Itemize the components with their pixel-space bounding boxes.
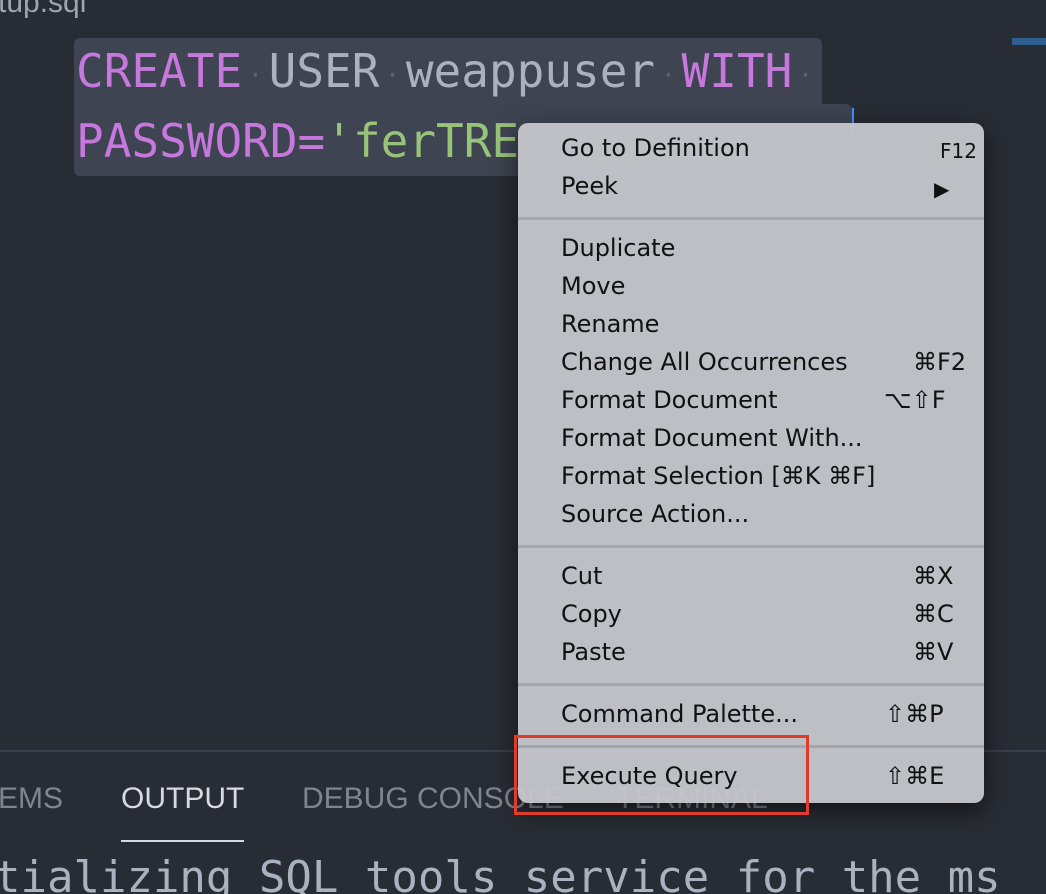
menu-item-copy[interactable]: Copy ⌘C	[518, 595, 984, 633]
menu-item-shortcut: ⌘F2	[913, 348, 967, 376]
identifier-username: weappuser	[405, 44, 656, 98]
menu-item-format-document-with[interactable]: Format Document With...	[518, 419, 984, 457]
menu-item-label: Format Document With...	[561, 424, 863, 452]
submenu-arrow-icon: ▶	[934, 177, 950, 201]
menu-item-go-to-definition[interactable]: Go to Definition F12	[518, 129, 984, 167]
menu-item-shortcut: ⌘V	[913, 638, 954, 666]
menu-item-shortcut: ⇧⌘E	[885, 762, 945, 790]
menu-item-rename[interactable]: Rename	[518, 305, 984, 343]
tab-output[interactable]: OUTPUT	[121, 782, 244, 816]
menu-item-label: Rename	[561, 310, 660, 338]
keyword-user: USER	[268, 44, 380, 98]
menu-item-source-action[interactable]: Source Action...	[518, 495, 984, 533]
annotation-highlight-box	[514, 735, 809, 815]
active-tab-underline	[121, 840, 244, 842]
menu-item-label: Source Action...	[561, 500, 750, 528]
menu-item-duplicate[interactable]: Duplicate	[518, 229, 984, 267]
menu-item-label: Format Document	[561, 386, 778, 414]
menu-item-paste[interactable]: Paste ⌘V	[518, 633, 984, 671]
menu-item-label: Command Palette...	[561, 700, 798, 728]
keyword-with: WITH	[681, 44, 793, 98]
menu-separator	[518, 683, 984, 686]
menu-item-label: Cut	[561, 562, 603, 590]
whitespace-dot: ·	[248, 60, 263, 89]
string-password-value: 'ferTRE	[325, 114, 520, 168]
menu-item-label: Change All Occurrences	[561, 348, 848, 376]
menu-item-shortcut: F12	[940, 139, 977, 163]
menu-item-label: Move	[561, 272, 626, 300]
whitespace-dot: ·	[661, 60, 676, 89]
keyword-password: PASSWORD=	[76, 114, 326, 168]
menu-separator	[518, 545, 984, 548]
code-line-1[interactable]: CREATE · USER · weappuser · WITH ·	[76, 36, 819, 110]
menu-item-change-all-occurrences[interactable]: Change All Occurrences ⌘F2	[518, 343, 984, 381]
menu-item-cut[interactable]: Cut ⌘X	[518, 557, 984, 595]
menu-item-format-selection[interactable]: Format Selection [⌘K ⌘F]	[518, 457, 984, 495]
menu-item-label: Copy	[561, 600, 622, 628]
menu-item-shortcut: ⇧⌘P	[885, 700, 944, 728]
whitespace-dot: ·	[385, 60, 400, 89]
context-menu: Go to Definition F12 Peek ▶ Duplicate Mo…	[518, 123, 984, 803]
code-line-2[interactable]: PASSWORD='ferTRE	[76, 106, 519, 176]
whitespace-dot: ·	[798, 60, 813, 89]
menu-item-shortcut: ⌘X	[913, 562, 954, 590]
menu-item-shortcut: ⌥⇧F	[884, 386, 946, 414]
menu-item-peek[interactable]: Peek ▶	[518, 167, 984, 205]
menu-item-label: Duplicate	[561, 234, 676, 262]
menu-item-label: Peek	[561, 172, 619, 200]
menu-item-label: Format Selection [⌘K ⌘F]	[561, 462, 876, 490]
keyword-create: CREATE	[76, 44, 243, 98]
tab-problems[interactable]: EMS	[0, 782, 63, 816]
menu-separator	[518, 217, 984, 220]
menu-item-label: Go to Definition	[561, 134, 750, 162]
output-text: tializing SQL tools service for the ms	[0, 852, 1001, 894]
menu-item-label: Paste	[561, 638, 626, 666]
menu-item-move[interactable]: Move	[518, 267, 984, 305]
menu-item-shortcut: ⌘C	[913, 600, 954, 628]
menu-item-command-palette[interactable]: Command Palette... ⇧⌘P	[518, 695, 984, 733]
menu-item-format-document[interactable]: Format Document ⌥⇧F	[518, 381, 984, 419]
